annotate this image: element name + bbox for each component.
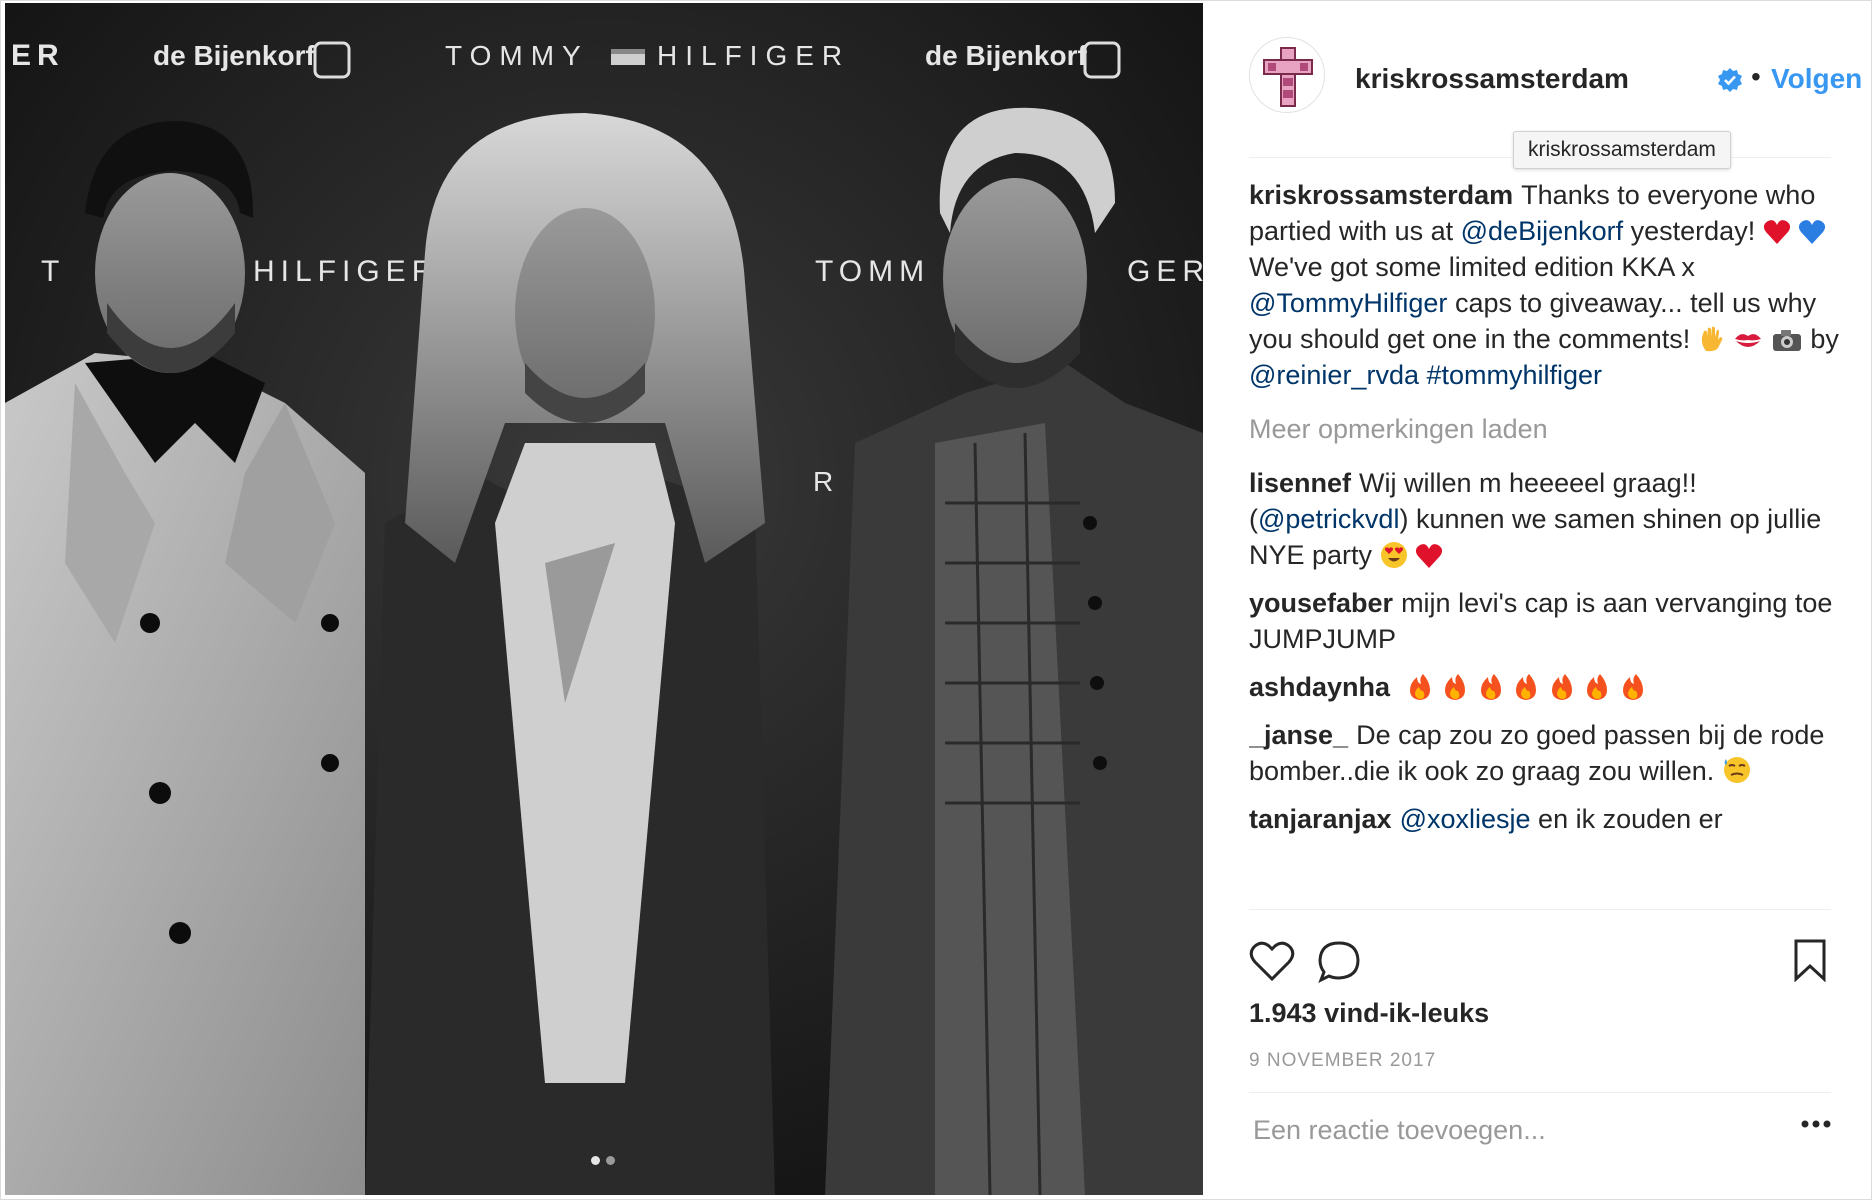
speech-bubble-icon[interactable]	[1317, 940, 1361, 984]
carousel-dot-active[interactable]	[591, 1156, 600, 1165]
username-tooltip: kriskrossamsterdam	[1513, 131, 1731, 169]
comments-list: kriskrossamsterdam Thanks to everyone who…	[1249, 177, 1839, 909]
comment-item: _janse_ De cap zou zo goed passen bij de …	[1249, 717, 1839, 789]
backdrop-text: HILFIGER	[657, 40, 850, 71]
post-side-panel: kriskrossamsterdam • Volgen kriskrossams…	[1203, 1, 1871, 1199]
comment-input[interactable]	[1251, 1109, 1735, 1151]
post-photo[interactable]: ER de Bijenkorf TOMMY HILFIGER de Bijenk…	[5, 3, 1203, 1195]
fire-emoji-icon	[1551, 674, 1572, 700]
comment-username[interactable]: ashdaynha	[1249, 672, 1390, 702]
fire-emoji-icon	[1480, 674, 1501, 700]
mention-link[interactable]: @xoxliesje	[1400, 804, 1531, 834]
post-actions: 1.943 vind-ik-leuks 9 NOVEMBER 2017	[1249, 909, 1831, 1160]
caption-text: yesterday!	[1630, 216, 1756, 246]
comment-username[interactable]: lisennef	[1249, 468, 1351, 498]
photo-illustration: ER de Bijenkorf TOMMY HILFIGER de Bijenk…	[5, 3, 1203, 1195]
blue-heart-emoji-icon	[1799, 220, 1826, 244]
caption-username[interactable]: kriskrossamsterdam	[1249, 180, 1513, 210]
camera-emoji-icon	[1772, 330, 1801, 351]
backdrop-text: TOMM	[815, 255, 930, 288]
fire-emoji-icon	[1409, 674, 1430, 700]
comment-item: lisennef Wij willen m heeeeel graag!! (@p…	[1249, 465, 1839, 573]
comment-username[interactable]: tanjaranjax	[1249, 804, 1392, 834]
instagram-post-window: ER de Bijenkorf TOMMY HILFIGER de Bijenk…	[0, 0, 1872, 1200]
follow-button[interactable]: Volgen	[1771, 63, 1862, 95]
comment-text: en ik zouden er	[1538, 804, 1723, 834]
comment-item: yousefaber mijn levi's cap is aan vervang…	[1249, 585, 1839, 657]
fire-emoji-icon	[1587, 674, 1608, 700]
verified-badge-icon	[1718, 68, 1742, 92]
backdrop-text: GER	[1127, 255, 1203, 288]
comment-username[interactable]: _janse_	[1249, 720, 1348, 750]
cold-sweat-emoji-icon	[1723, 757, 1750, 783]
backdrop-text: ER	[11, 39, 65, 72]
kiss-mark-emoji-icon	[1735, 334, 1762, 347]
caption-text: We've got some limited edition KKA x	[1249, 252, 1695, 282]
comment-item: ashdaynha	[1249, 669, 1839, 705]
fire-emoji-icon	[1516, 674, 1537, 700]
raised-hand-emoji-icon	[1701, 326, 1723, 352]
caption: kriskrossamsterdam Thanks to everyone who…	[1249, 177, 1839, 393]
backdrop-text: T	[41, 255, 65, 288]
mention-link[interactable]: @petrickvdl	[1258, 504, 1399, 534]
backdrop-text: TOMMY	[445, 40, 589, 71]
ellipsis-icon[interactable]	[1801, 1119, 1831, 1129]
header-separator: •	[1751, 61, 1761, 92]
carousel-indicator	[591, 1156, 615, 1170]
bookmark-icon[interactable]	[1793, 938, 1827, 982]
fire-emoji-row	[1406, 672, 1647, 702]
heart-outline-icon[interactable]	[1249, 940, 1295, 982]
heart-eyes-emoji-icon	[1380, 542, 1407, 568]
like-count[interactable]: 1.943 vind-ik-leuks	[1249, 998, 1489, 1029]
fire-emoji-icon	[1445, 674, 1466, 700]
mention-link[interactable]: @reinier_rvda	[1249, 360, 1419, 390]
profile-avatar[interactable]	[1249, 37, 1325, 113]
red-heart-emoji-icon	[1763, 220, 1790, 244]
backdrop-text: de Bijenkorf	[925, 40, 1087, 71]
backdrop-text: de Bijenkorf	[153, 40, 315, 71]
mention-link[interactable]: @deBijenkorf	[1461, 216, 1624, 246]
comment-username[interactable]: yousefaber	[1249, 588, 1393, 618]
cross-logo-icon	[1263, 47, 1313, 107]
backdrop-text: R	[813, 466, 833, 497]
carousel-dot[interactable]	[606, 1156, 615, 1165]
mention-link[interactable]: @TommyHilfiger	[1249, 288, 1447, 318]
red-heart-emoji-icon	[1415, 544, 1443, 568]
fire-emoji-icon	[1622, 674, 1643, 700]
post-date[interactable]: 9 NOVEMBER 2017	[1249, 1050, 1436, 1072]
post-author-username[interactable]: kriskrossamsterdam	[1355, 63, 1629, 95]
backdrop-text: HILFIGER	[253, 255, 439, 288]
comment-composer	[1249, 1092, 1831, 1161]
load-more-comments-button[interactable]: Meer opmerkingen laden	[1249, 411, 1839, 447]
comment-item: tanjaranjax @xoxliesje en ik zouden er	[1249, 801, 1839, 837]
hashtag-link[interactable]: #tommyhilfiger	[1427, 360, 1603, 390]
caption-text: by	[1810, 324, 1839, 354]
